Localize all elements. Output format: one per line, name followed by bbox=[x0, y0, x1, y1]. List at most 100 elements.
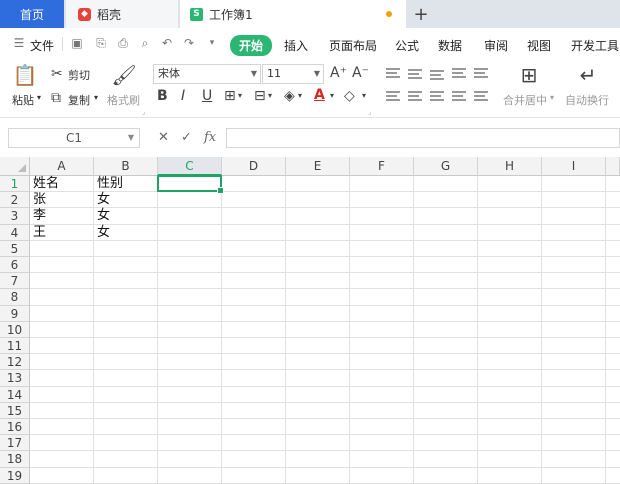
row-header-19[interactable]: 19 bbox=[0, 467, 30, 484]
border-icon[interactable]: ⊞ bbox=[224, 88, 236, 104]
select-all-corner[interactable] bbox=[0, 157, 30, 176]
row-header-11[interactable]: 11 bbox=[0, 338, 30, 355]
menu-file[interactable]: 文件 bbox=[30, 37, 54, 54]
row-header-17[interactable]: 17 bbox=[0, 435, 30, 452]
menu-formulas[interactable]: 公式 bbox=[395, 37, 419, 54]
column-header-f[interactable]: F bbox=[350, 157, 414, 176]
spreadsheet-grid[interactable]: ABCDEFGHI 1 2 3 4 5 6 7 8 9 10 11 12 13 14 15 16 17 18 19 … bbox=[0, 157, 620, 484]
row-header-14[interactable]: 14 bbox=[0, 386, 30, 403]
confirm-check-icon[interactable]: ✓ bbox=[181, 130, 192, 145]
font-name-select[interactable]: 宋体 ▼ bbox=[153, 64, 261, 84]
paste-clipboard-icon[interactable]: 📋 bbox=[13, 63, 38, 87]
align-top-icon[interactable] bbox=[386, 68, 400, 78]
row-header-8[interactable]: 8 bbox=[0, 289, 30, 306]
row-header-5[interactable]: 5 bbox=[0, 240, 30, 257]
merge-dropdown-icon[interactable]: ▾ bbox=[550, 93, 554, 102]
row-header-16[interactable]: 16 bbox=[0, 419, 30, 436]
wrap-text-button[interactable]: 自动换行 bbox=[565, 92, 609, 108]
wrap-text-icon[interactable]: ↵ bbox=[577, 63, 599, 87]
cancel-icon[interactable]: ✕ bbox=[158, 130, 169, 145]
align-bottom-icon[interactable] bbox=[430, 70, 444, 80]
underline-icon[interactable]: U bbox=[202, 88, 212, 104]
menu-insert[interactable]: 插入 bbox=[284, 37, 308, 54]
tab-workbook[interactable]: S 工作簿1 bbox=[180, 0, 406, 28]
copy-button[interactable]: 复制 bbox=[68, 92, 90, 108]
active-cell-selection[interactable] bbox=[157, 175, 224, 195]
format-painter-icon[interactable]: 🖌 bbox=[111, 63, 136, 87]
clipboard-group-expander-icon[interactable]: ⌟ bbox=[142, 108, 145, 116]
decrease-indent-icon[interactable] bbox=[452, 68, 466, 78]
column-header-e[interactable]: E bbox=[286, 157, 350, 176]
customize-toolbar-icon[interactable]: ▾ bbox=[205, 36, 219, 50]
column-header-g[interactable]: G bbox=[414, 157, 478, 176]
align-left-icon[interactable] bbox=[386, 91, 400, 101]
font-size-select[interactable]: 11 ▼ bbox=[262, 64, 324, 84]
hamburger-menu-icon[interactable]: ☰ bbox=[12, 36, 26, 50]
row-header-13[interactable]: 13 bbox=[0, 370, 30, 387]
align-center-icon[interactable] bbox=[408, 91, 422, 101]
column-header-b[interactable]: B bbox=[94, 157, 158, 176]
menu-review[interactable]: 审阅 bbox=[484, 37, 508, 54]
merge-style-dropdown-icon[interactable]: ▾ bbox=[268, 91, 272, 100]
column-header-h[interactable]: H bbox=[478, 157, 542, 176]
fill-color-dropdown-icon[interactable]: ▾ bbox=[298, 91, 302, 100]
print-preview-icon[interactable]: ⌕ bbox=[138, 36, 152, 50]
menu-view[interactable]: 视图 bbox=[527, 37, 551, 54]
cut-button[interactable]: 剪切 bbox=[68, 67, 90, 83]
cell-a1[interactable]: 姓名 bbox=[30, 176, 59, 192]
cell-a4[interactable]: 王 bbox=[30, 225, 46, 241]
row-header-15[interactable]: 15 bbox=[0, 402, 30, 419]
menu-data[interactable]: 数据 bbox=[438, 37, 462, 54]
copy-dropdown-icon[interactable]: ▾ bbox=[94, 93, 98, 102]
decrease-font-icon[interactable]: A⁻ bbox=[352, 65, 369, 81]
new-tab-plus-icon[interactable]: + bbox=[410, 0, 432, 28]
distributed-align-icon[interactable] bbox=[474, 91, 488, 101]
increase-font-icon[interactable]: A⁺ bbox=[330, 65, 347, 81]
cell-a3[interactable]: 李 bbox=[30, 208, 46, 224]
cell-b1[interactable]: 性别 bbox=[94, 176, 123, 192]
format-painter-button[interactable]: 格式刷 bbox=[107, 92, 140, 108]
column-header-a[interactable]: A bbox=[30, 157, 94, 176]
paste-button[interactable]: 粘贴 bbox=[12, 92, 34, 108]
justify-icon[interactable] bbox=[452, 91, 466, 101]
cell-b4[interactable]: 女 bbox=[94, 225, 110, 241]
eraser-icon[interactable]: ◇ bbox=[344, 88, 355, 104]
border-dropdown-icon[interactable]: ▾ bbox=[238, 91, 242, 100]
cell-b2[interactable]: 女 bbox=[94, 192, 110, 208]
font-color-dropdown-icon[interactable]: ▾ bbox=[330, 91, 334, 100]
menu-developer[interactable]: 开发工具 bbox=[571, 37, 619, 54]
row-header-1[interactable]: 1 bbox=[0, 176, 30, 193]
row-header-12[interactable]: 12 bbox=[0, 354, 30, 371]
row-header-10[interactable]: 10 bbox=[0, 321, 30, 338]
formula-input[interactable] bbox=[226, 128, 620, 148]
tab-home[interactable]: 首页 bbox=[0, 0, 64, 28]
column-header-c[interactable]: C bbox=[158, 157, 222, 176]
merge-style-icon[interactable]: ⊟ bbox=[254, 88, 266, 104]
column-header-d[interactable]: D bbox=[222, 157, 286, 176]
italic-icon[interactable]: I bbox=[181, 88, 185, 104]
align-right-icon[interactable] bbox=[430, 91, 444, 101]
row-header-3[interactable]: 3 bbox=[0, 208, 30, 225]
undo-icon[interactable]: ↶ bbox=[160, 36, 174, 50]
row-header-9[interactable]: 9 bbox=[0, 305, 30, 322]
export-icon[interactable]: ⎘ bbox=[94, 36, 108, 50]
menu-start[interactable]: 开始 bbox=[230, 35, 273, 56]
scissors-icon[interactable]: ✂ bbox=[51, 66, 63, 82]
eraser-dropdown-icon[interactable]: ▾ bbox=[362, 91, 366, 100]
cell-b3[interactable]: 女 bbox=[94, 208, 110, 224]
redo-icon[interactable]: ↷ bbox=[182, 36, 196, 50]
tab-daoke[interactable]: ◆ 稻壳 bbox=[66, 0, 178, 28]
copy-icon[interactable]: ⧉ bbox=[51, 90, 61, 106]
insert-function-icon[interactable]: fx bbox=[204, 130, 216, 145]
merge-center-icon[interactable]: ⊞ bbox=[518, 63, 540, 87]
save-icon[interactable]: ▣ bbox=[70, 36, 84, 50]
row-header-18[interactable]: 18 bbox=[0, 451, 30, 468]
menu-page-layout[interactable]: 页面布局 bbox=[329, 37, 377, 54]
bold-icon[interactable]: B bbox=[157, 88, 168, 104]
fill-color-icon[interactable]: ◈ bbox=[284, 88, 295, 104]
paste-dropdown-icon[interactable]: ▾ bbox=[37, 93, 41, 102]
row-header-4[interactable]: 4 bbox=[0, 224, 30, 241]
column-header-i[interactable]: I bbox=[542, 157, 606, 176]
increase-indent-icon[interactable] bbox=[474, 68, 488, 78]
align-middle-icon[interactable] bbox=[408, 69, 422, 79]
